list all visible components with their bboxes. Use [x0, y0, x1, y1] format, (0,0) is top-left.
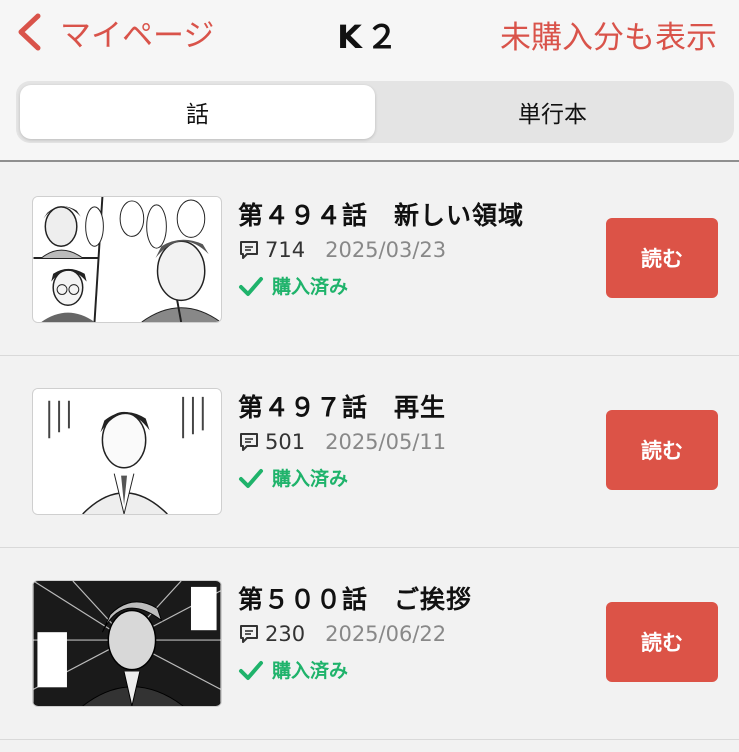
comment-count: 714 — [265, 238, 306, 262]
list-item[interactable]: 第５００話 ご挨拶 230 2025/06/22 購入済み 読む — [0, 548, 739, 740]
list-item[interactable]: 第４９４話 新しい領域 714 2025/03/23 購入済み 読む — [0, 164, 739, 356]
check-icon — [239, 276, 263, 296]
episode-meta: 501 2025/05/11 — [238, 430, 446, 454]
read-button[interactable]: 読む — [606, 410, 718, 490]
read-button[interactable]: 読む — [606, 218, 718, 298]
purchase-status: 購入済み — [238, 464, 348, 491]
manga-panel-image — [33, 197, 221, 322]
release-date: 2025/06/22 — [325, 622, 447, 646]
comment-icon — [240, 241, 258, 259]
navigation-bar: マイページ K２ 未購入分も表示 — [0, 0, 739, 64]
manga-panel-image — [33, 389, 221, 514]
segment-bar: 話 単行本 — [0, 64, 739, 162]
episode-title: 第５００話 ご挨拶 — [238, 585, 473, 614]
purchase-status-label: 購入済み — [272, 276, 349, 298]
episode-title: 第４９７話 再生 — [238, 393, 447, 422]
check-icon — [239, 660, 263, 680]
release-date: 2025/03/23 — [325, 238, 447, 262]
tab-volumes[interactable]: 単行本 — [375, 85, 730, 139]
segmented-control: 話 単行本 — [16, 81, 734, 143]
episode-thumbnail[interactable] — [32, 196, 222, 323]
episode-thumbnail[interactable] — [32, 388, 222, 515]
purchase-status: 購入済み — [238, 272, 348, 299]
show-unpurchased-button[interactable]: 未購入分も表示 — [500, 12, 717, 57]
comment-icon — [240, 625, 258, 643]
check-icon — [239, 468, 263, 488]
episode-title: 第４９４話 新しい領域 — [238, 201, 525, 230]
episode-list: 第４９４話 新しい領域 714 2025/03/23 購入済み 読む 第４９７話… — [0, 164, 739, 740]
manga-panel-image — [33, 581, 221, 706]
episode-meta: 714 2025/03/23 — [238, 238, 446, 262]
read-button[interactable]: 読む — [606, 602, 718, 682]
comment-count: 230 — [265, 622, 306, 646]
release-date: 2025/05/11 — [325, 430, 447, 454]
list-item[interactable]: 第４９７話 再生 501 2025/05/11 購入済み 読む — [0, 356, 739, 548]
purchase-status: 購入済み — [238, 656, 348, 683]
episode-meta: 230 2025/06/22 — [238, 622, 446, 646]
purchase-status-label: 購入済み — [272, 660, 349, 682]
episode-thumbnail[interactable] — [32, 580, 222, 707]
tab-episodes[interactable]: 話 — [20, 85, 375, 139]
purchase-status-label: 購入済み — [272, 468, 349, 490]
comment-icon — [240, 433, 258, 451]
comment-count: 501 — [265, 430, 306, 454]
